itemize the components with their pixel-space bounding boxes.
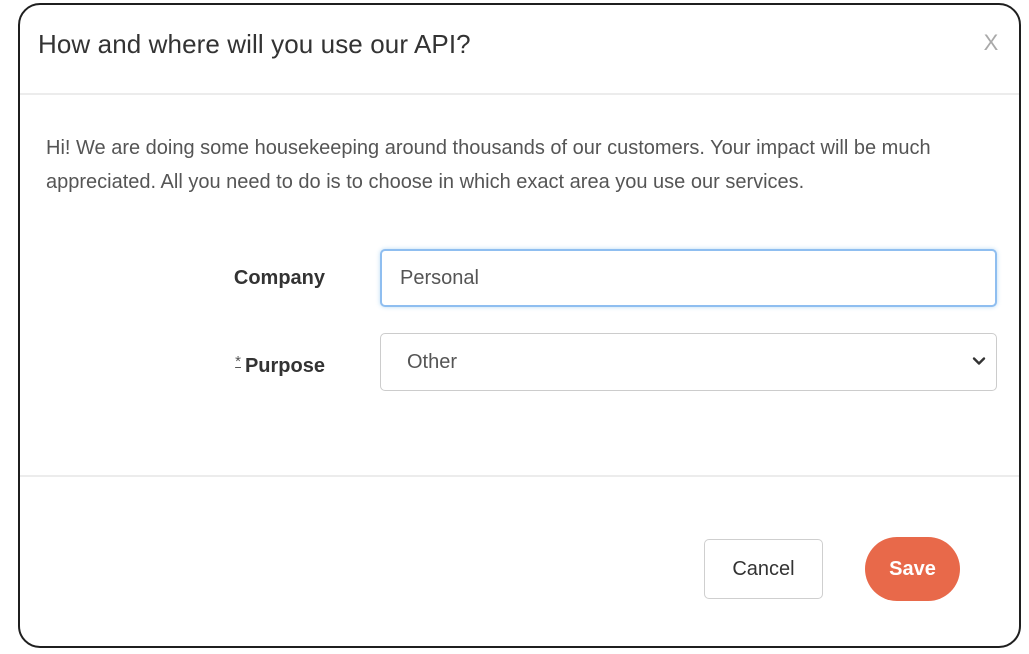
api-usage-dialog: How and where will you use our API? X Hi… (18, 3, 1021, 648)
close-button[interactable]: X (979, 29, 1003, 57)
intro-text: Hi! We are doing some housekeeping aroun… (46, 137, 931, 193)
purpose-selected-value: Other (407, 351, 458, 373)
company-row: Company (20, 249, 1019, 307)
purpose-select[interactable]: Other (380, 333, 997, 391)
cancel-button[interactable]: Cancel (704, 539, 823, 599)
chevron-down-icon (972, 357, 986, 365)
purpose-label-group: * Purpose (235, 333, 325, 391)
dialog-title: How and where will you use our API? (38, 29, 471, 59)
save-button[interactable]: Save (865, 537, 960, 601)
footer-divider (20, 475, 1019, 477)
company-label: Company (233, 267, 325, 289)
purpose-row: * Purpose Other (20, 333, 1019, 391)
page: How and where will you use our API? X Hi… (0, 0, 1029, 654)
dialog-header: How and where will you use our API? X (20, 5, 1019, 95)
required-marker: * (235, 353, 241, 370)
purpose-label: Purpose (244, 355, 325, 377)
company-input[interactable] (380, 249, 997, 307)
